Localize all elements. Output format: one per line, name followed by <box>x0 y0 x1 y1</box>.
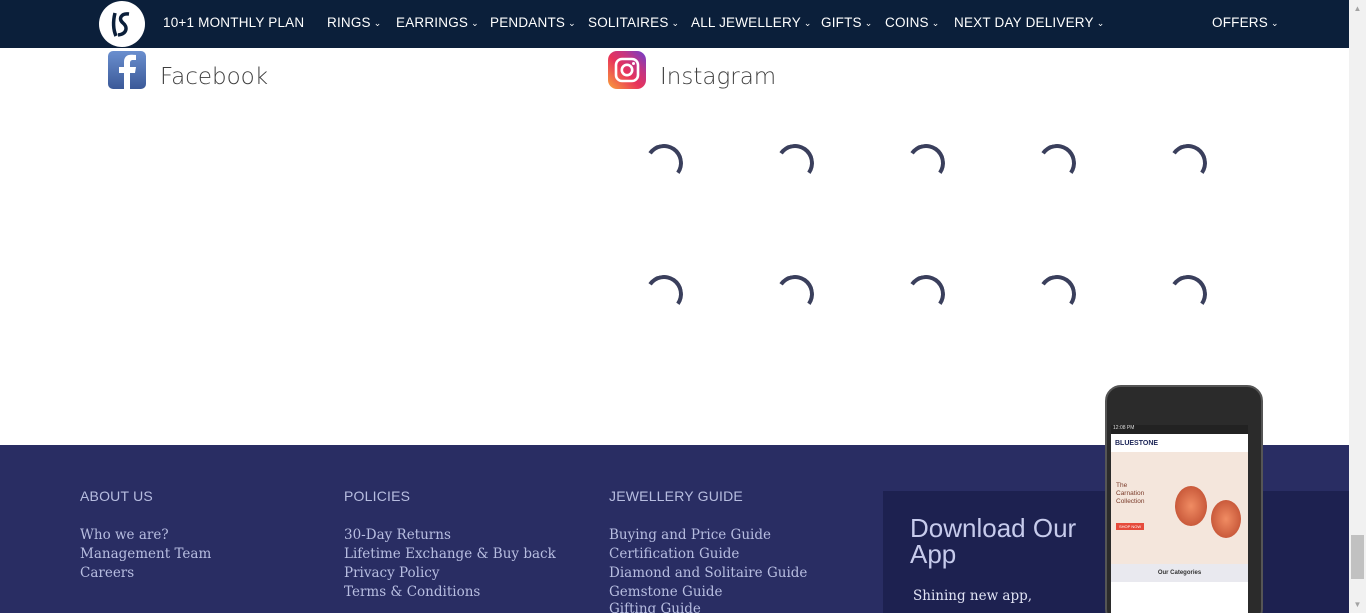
loading-spinner-icon <box>641 271 687 317</box>
scroll-up-arrow-icon[interactable]: ▲ <box>1349 0 1366 17</box>
phone-hero-banner: The Carnation Collection SHOP NOW <box>1111 452 1248 564</box>
earring-image <box>1211 500 1241 538</box>
loading-spinner-icon <box>1165 140 1211 186</box>
bluestone-logo[interactable] <box>99 1 145 47</box>
instagram-icon[interactable] <box>608 51 646 89</box>
phone-status-bar: 12:08 PM <box>1111 425 1248 434</box>
facebook-f-glyph <box>119 54 136 89</box>
instagram-section-title: Instagram <box>660 64 777 90</box>
vertical-scrollbar[interactable] <box>1349 0 1366 613</box>
nav-all-jewellery[interactable]: ALL JEWELLERY ⌄ <box>691 15 812 30</box>
loading-spinner-icon <box>1034 140 1080 186</box>
chevron-down-icon: ⌄ <box>1096 17 1105 28</box>
footer-link-who-we-are[interactable]: Who we are? <box>80 527 169 543</box>
facebook-icon[interactable] <box>108 51 146 89</box>
chevron-down-icon: ⌄ <box>671 17 680 28</box>
footer-link-careers[interactable]: Careers <box>80 565 134 581</box>
footer-link-certification-guide[interactable]: Certification Guide <box>609 546 739 562</box>
phone-screen: 12:08 PM BLUESTONE The Carnation Collect… <box>1111 425 1248 613</box>
earring-image <box>1175 486 1207 526</box>
footer-link-gemstone-guide[interactable]: Gemstone Guide <box>609 584 722 600</box>
scrollbar-thumb[interactable] <box>1351 535 1364 579</box>
phone-hero-button: SHOP NOW <box>1116 523 1145 530</box>
chevron-down-icon: ⌄ <box>568 17 576 28</box>
nav-offers[interactable]: OFFERS ⌄ <box>1212 15 1279 30</box>
footer-heading-about: ABOUT US <box>80 488 153 504</box>
instagram-camera-glyph <box>614 57 640 83</box>
bs-monogram-icon <box>111 12 130 37</box>
nav-rings[interactable]: RINGS ⌄ <box>327 15 382 30</box>
loading-spinner-icon <box>903 140 949 186</box>
nav-coins[interactable]: COINS ⌄ <box>885 15 940 30</box>
loading-spinner-icon <box>772 271 818 317</box>
nav-gifts[interactable]: GIFTS ⌄ <box>821 15 873 30</box>
footer-link-returns[interactable]: 30-Day Returns <box>344 527 451 543</box>
chevron-down-icon: ⌄ <box>803 17 812 28</box>
download-app-title: Download Our App <box>910 513 1077 569</box>
footer-link-terms[interactable]: Terms & Conditions <box>344 584 480 600</box>
footer-link-privacy-policy[interactable]: Privacy Policy <box>344 565 440 581</box>
facebook-section-title: Facebook <box>160 64 269 90</box>
footer-link-lifetime-exchange[interactable]: Lifetime Exchange & Buy back <box>344 546 556 562</box>
chevron-down-icon: ⌄ <box>1270 17 1279 28</box>
phone-hero-title: The Carnation Collection <box>1116 482 1145 505</box>
chevron-down-icon: ⌄ <box>864 17 873 28</box>
phone-app-header: BLUESTONE <box>1111 434 1248 452</box>
footer-link-gifting-guide[interactable]: Gifting Guide <box>609 601 701 613</box>
footer-heading-policies: POLICIES <box>344 488 411 504</box>
phone-brand-name: BLUESTONE <box>1115 439 1159 447</box>
loading-spinner-icon <box>903 271 949 317</box>
chevron-down-icon: ⌄ <box>373 17 382 28</box>
loading-spinner-icon <box>1165 271 1211 317</box>
footer-link-buying-guide[interactable]: Buying and Price Guide <box>609 527 771 543</box>
loading-spinner-icon <box>1034 271 1080 317</box>
download-app-subtitle: Shining new app, <box>913 588 1033 604</box>
footer-link-diamond-guide[interactable]: Diamond and Solitaire Guide <box>609 565 807 581</box>
footer-heading-jewellery-guide: JEWELLERY GUIDE <box>609 488 743 504</box>
phone-categories-label: Our Categories <box>1111 564 1248 582</box>
nav-earrings[interactable]: EARRINGS ⌄ <box>396 15 479 30</box>
nav-next-day-delivery[interactable]: NEXT DAY DELIVERY ⌄ <box>954 15 1104 30</box>
top-navigation-bar: 10+1 MONTHLY PLAN RINGS ⌄ EARRINGS ⌄ PENDA… <box>0 0 1349 48</box>
loading-spinner-icon <box>641 140 687 186</box>
chevron-down-icon: ⌄ <box>931 17 940 28</box>
chevron-down-icon: ⌄ <box>471 17 479 28</box>
loading-spinner-icon <box>772 140 818 186</box>
nav-monthly-plan[interactable]: 10+1 MONTHLY PLAN <box>163 15 304 30</box>
scroll-down-arrow-icon[interactable]: ▼ <box>1349 596 1366 613</box>
nav-pendants[interactable]: PENDANTS ⌄ <box>490 15 576 30</box>
nav-solitaires[interactable]: SOLITAIRES ⌄ <box>588 15 679 30</box>
footer-link-management-team[interactable]: Management Team <box>80 546 211 562</box>
